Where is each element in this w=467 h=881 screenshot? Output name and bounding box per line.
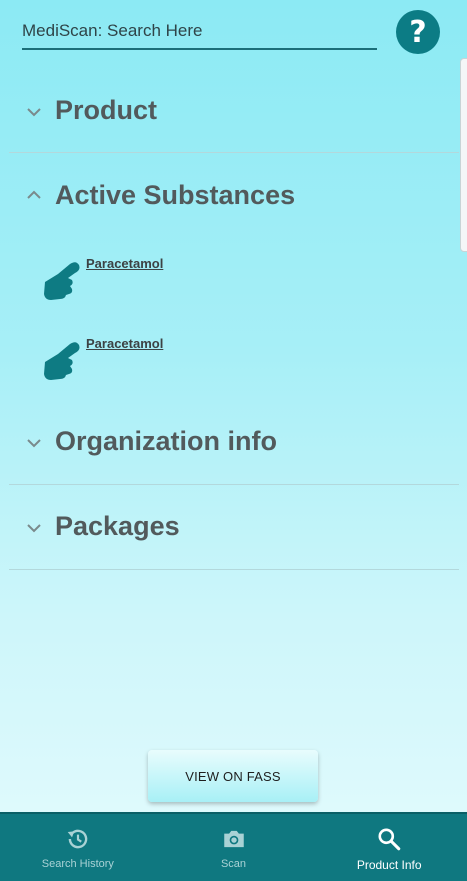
section-header-organization-info[interactable]: Organization info	[0, 413, 459, 473]
view-on-fass-label: VIEW ON FASS	[185, 768, 281, 784]
view-on-fass-button[interactable]: VIEW ON FASS	[148, 750, 318, 802]
search-input[interactable]	[22, 18, 372, 44]
section-header-packages[interactable]: Packages	[0, 498, 459, 558]
nav-item-search-history[interactable]: Search History	[0, 814, 156, 881]
help-button[interactable]: ?	[396, 10, 440, 54]
divider	[9, 569, 459, 570]
substance-item[interactable]: Paracetamol	[40, 256, 240, 316]
section-title: Packages	[55, 511, 180, 541]
scrollbar[interactable]	[460, 58, 467, 252]
chevron-down-icon	[27, 439, 41, 448]
section-title: Product	[55, 95, 158, 125]
camera-icon	[223, 830, 244, 848]
pointing-hand-icon	[44, 342, 80, 380]
nav-label: Product Info	[356, 858, 422, 872]
substance-link[interactable]: Paracetamol	[86, 256, 163, 271]
bottom-nav: Search History Scan Product Info	[0, 812, 467, 881]
pointing-hand-icon	[44, 262, 80, 300]
history-icon	[67, 829, 88, 849]
nav-item-scan[interactable]: Scan	[156, 814, 312, 881]
search-bar	[22, 14, 377, 50]
section-header-active-substances[interactable]: Active Substances	[0, 167, 459, 227]
substance-link[interactable]: Paracetamol	[86, 336, 163, 351]
chevron-down-icon	[27, 524, 41, 533]
search-icon	[378, 828, 401, 851]
section-header-product[interactable]: Product	[0, 82, 459, 142]
section-title: Active Substances	[55, 180, 296, 210]
divider	[9, 152, 459, 153]
substance-item[interactable]: Paracetamol	[40, 336, 240, 396]
chevron-up-icon	[27, 190, 41, 199]
nav-item-product-info[interactable]: Product Info	[311, 814, 467, 881]
help-icon: ?	[409, 14, 427, 50]
chevron-down-icon	[27, 108, 41, 117]
nav-label: Scan	[220, 858, 247, 870]
section-title: Organization info	[55, 426, 277, 456]
nav-label: Search History	[41, 858, 114, 870]
divider	[9, 484, 459, 485]
